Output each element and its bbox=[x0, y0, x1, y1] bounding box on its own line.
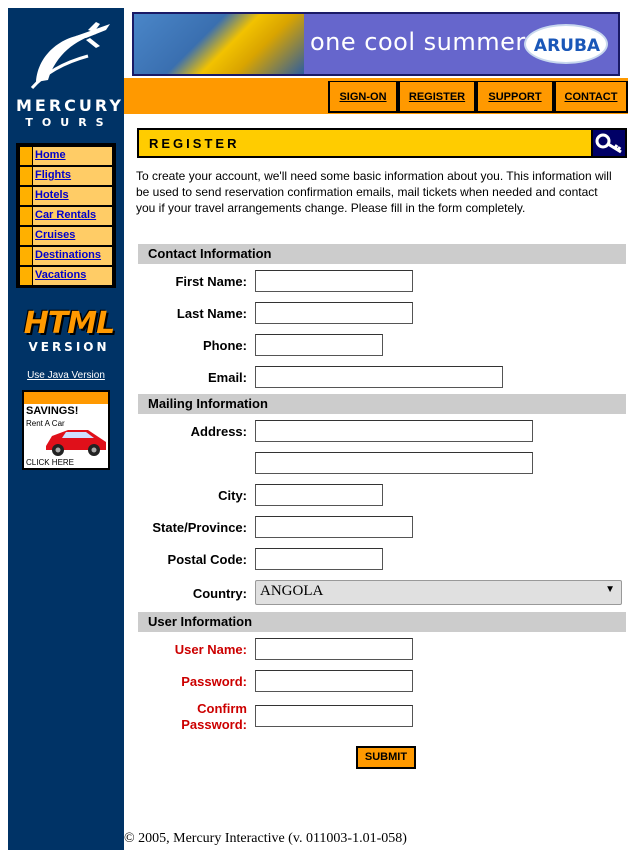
country-label: Country: bbox=[192, 586, 247, 601]
brand-name: MERCURY bbox=[16, 96, 124, 115]
register-link[interactable]: REGISTER bbox=[398, 81, 476, 113]
ad-title: SAVINGS! bbox=[26, 405, 79, 417]
confirm-password-label-line2: Password: bbox=[181, 717, 247, 732]
mercury-tours-logo[interactable]: MERCURY TOURS bbox=[16, 16, 122, 130]
sidebar-item-home[interactable]: Home bbox=[19, 146, 113, 166]
nav-bullet bbox=[19, 166, 33, 186]
contact-link[interactable]: CONTACT bbox=[554, 81, 628, 113]
first-name-field[interactable] bbox=[255, 270, 413, 292]
last-name-field[interactable] bbox=[255, 302, 413, 324]
banner-slogan: one cool summer bbox=[310, 28, 526, 56]
nav-link-flights[interactable]: Flights bbox=[33, 166, 113, 186]
phone-field[interactable] bbox=[255, 334, 383, 356]
nav-link-destinations[interactable]: Destinations bbox=[33, 246, 113, 266]
ad-top-stripe bbox=[24, 392, 108, 404]
intro-text: To create your account, we'll need some … bbox=[136, 169, 612, 215]
register-title-bar: REGISTER bbox=[137, 128, 627, 158]
sidebar-item-car-rentals[interactable]: Car Rentals bbox=[19, 206, 113, 226]
submit-button[interactable]: SUBMIT bbox=[356, 746, 416, 769]
support-link[interactable]: SUPPORT bbox=[476, 81, 554, 113]
country-select[interactable]: ANGOLA ▼ bbox=[255, 580, 622, 605]
banner-photo bbox=[134, 14, 304, 74]
brand-sub: TOURS bbox=[25, 116, 113, 129]
state-province-label: State/Province: bbox=[152, 520, 247, 535]
address-line2-field[interactable] bbox=[255, 452, 533, 474]
red-car-icon bbox=[46, 430, 106, 456]
user-information-heading: User Information bbox=[138, 612, 626, 632]
key-icon bbox=[591, 128, 627, 158]
html-version-subtitle: VERSION bbox=[28, 340, 110, 354]
nav-link-cruises[interactable]: Cruises bbox=[33, 226, 113, 246]
contact-information-heading: Contact Information bbox=[138, 244, 626, 264]
top-nav-bar: SIGN-ON REGISTER SUPPORT CONTACT bbox=[124, 78, 628, 114]
sidebar-nav: Home Flights Hotels Car Rentals Cruises … bbox=[16, 143, 116, 288]
nav-bullet bbox=[19, 206, 33, 226]
email-label: Email: bbox=[207, 370, 247, 385]
nav-link-home[interactable]: Home bbox=[33, 146, 113, 166]
promo-banner[interactable]: one cool summer ARUBA bbox=[132, 12, 620, 76]
user-name-label: User Name: bbox=[174, 642, 247, 657]
nav-bullet bbox=[19, 226, 33, 246]
password-field[interactable] bbox=[255, 670, 413, 692]
car-rental-ad[interactable]: SAVINGS! Rent A Car CLICK HERE bbox=[22, 390, 110, 470]
footer-copyright: © 2005, Mercury Interactive (v. 011003-1… bbox=[124, 831, 407, 846]
email-field[interactable] bbox=[255, 366, 503, 388]
nav-link-vacations[interactable]: Vacations bbox=[33, 266, 113, 286]
user-name-field[interactable] bbox=[255, 638, 413, 660]
confirm-password-field[interactable] bbox=[255, 705, 413, 727]
first-name-label: First Name: bbox=[175, 274, 247, 289]
sidebar-item-cruises[interactable]: Cruises bbox=[19, 226, 113, 246]
postal-code-field[interactable] bbox=[255, 548, 383, 570]
state-province-field[interactable] bbox=[255, 516, 413, 538]
html-version-badge: HTML VERSION bbox=[16, 306, 122, 355]
aruba-logo-text: ARUBA bbox=[533, 36, 601, 56]
nav-link-car-rentals[interactable]: Car Rentals bbox=[33, 206, 113, 226]
nav-link-hotels[interactable]: Hotels bbox=[33, 186, 113, 206]
city-label: City: bbox=[218, 488, 247, 503]
dropdown-arrow-icon: ▼ bbox=[605, 584, 615, 595]
password-label: Password: bbox=[181, 674, 247, 689]
country-selected-value: ANGOLA bbox=[260, 583, 324, 599]
city-field[interactable] bbox=[255, 484, 383, 506]
sidebar: MERCURY TOURS Home Flights Hotels Car Re… bbox=[8, 8, 124, 850]
ad-click-here: CLICK HERE bbox=[26, 458, 75, 467]
mailing-information-heading: Mailing Information bbox=[138, 394, 626, 414]
sidebar-item-vacations[interactable]: Vacations bbox=[19, 266, 113, 286]
phone-label: Phone: bbox=[202, 338, 247, 353]
airplane-globe-icon bbox=[30, 22, 110, 89]
use-java-version-link[interactable]: Use Java Version bbox=[16, 370, 116, 381]
page-title: REGISTER bbox=[149, 136, 240, 151]
nav-bullet bbox=[19, 246, 33, 266]
address-line1-field[interactable] bbox=[255, 420, 533, 442]
confirm-password-label-line1: Confirm bbox=[197, 701, 247, 716]
nav-bullet bbox=[19, 186, 33, 206]
last-name-label: Last Name: bbox=[176, 306, 247, 321]
sidebar-item-hotels[interactable]: Hotels bbox=[19, 186, 113, 206]
nav-bullet bbox=[19, 146, 33, 166]
sign-on-link[interactable]: SIGN-ON bbox=[328, 81, 398, 113]
postal-code-label: Postal Code: bbox=[167, 552, 247, 567]
nav-bullet bbox=[19, 266, 33, 286]
html-version-title: HTML bbox=[23, 306, 116, 341]
sidebar-item-flights[interactable]: Flights bbox=[19, 166, 113, 186]
address-label: Address: bbox=[190, 424, 247, 439]
sidebar-item-destinations[interactable]: Destinations bbox=[19, 246, 113, 266]
